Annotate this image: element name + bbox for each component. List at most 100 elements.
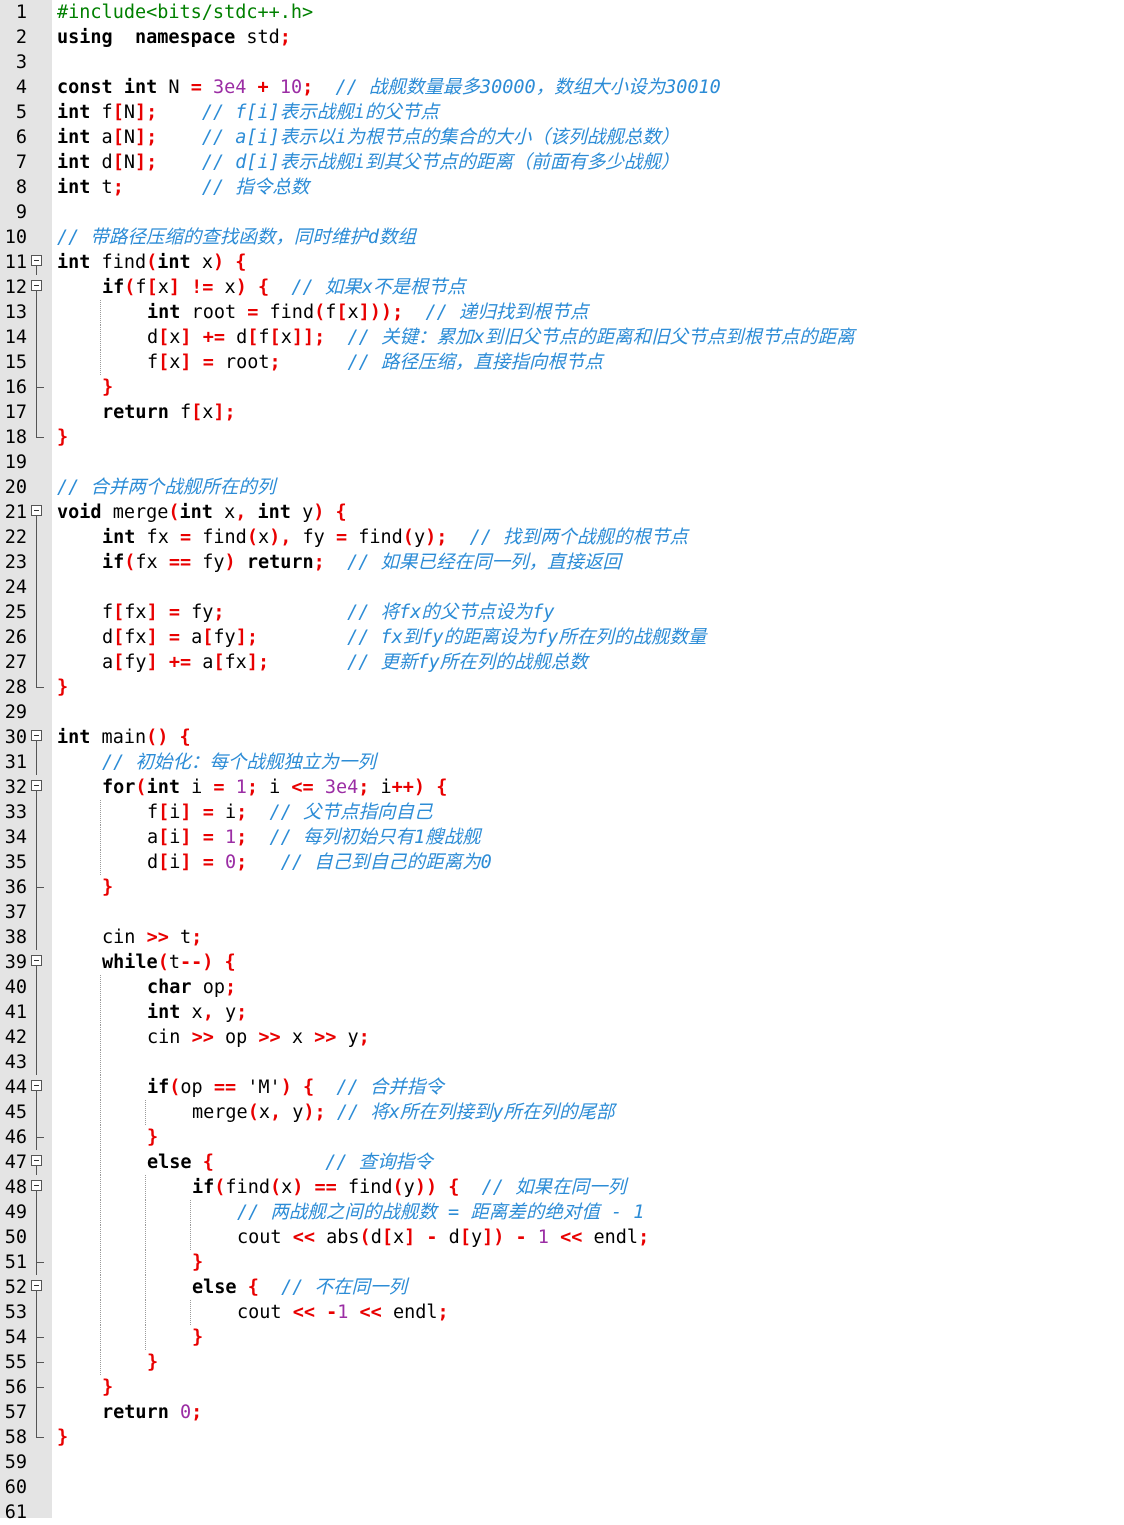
- code-token: fy: [124, 652, 147, 673]
- code-line[interactable]: 38 cin >> t;: [0, 925, 1124, 950]
- fold-toggle-icon[interactable]: [31, 1075, 45, 1100]
- fold-toggle-icon[interactable]: [31, 725, 45, 750]
- code-line[interactable]: 18}: [0, 425, 1124, 450]
- code-line[interactable]: 52 else { // 不在同一列: [0, 1275, 1124, 1300]
- code-line[interactable]: 9: [0, 200, 1124, 225]
- code-token: a: [191, 652, 214, 673]
- code-line[interactable]: 25 f[fx] = fy; // 将fx的父节点设为fy: [0, 600, 1124, 625]
- code-line[interactable]: 42 cin >> op >> x >> y;: [0, 1025, 1124, 1050]
- code-line[interactable]: 26 d[fx] = a[fy]; // fx到fy的距离设为fy所在列的战舰数量: [0, 625, 1124, 650]
- fold-guide-line: [31, 400, 45, 425]
- code-line[interactable]: 17 return f[x];: [0, 400, 1124, 425]
- code-token: [: [112, 102, 124, 123]
- code-line[interactable]: 19: [0, 450, 1124, 475]
- code-line[interactable]: 47 else { // 查询指令: [0, 1150, 1124, 1175]
- code-line[interactable]: 48 if(find(x) == find(y)) { // 如果在同一列: [0, 1175, 1124, 1200]
- code-line[interactable]: 44 if(op == 'M') { // 合并指令: [0, 1075, 1124, 1100]
- code-line[interactable]: 36}: [0, 875, 1124, 900]
- code-line[interactable]: 55}: [0, 1350, 1124, 1375]
- fold-toggle-icon[interactable]: [31, 1150, 45, 1175]
- code-line[interactable]: 32 for(int i = 1; i <= 3e4; i++) {: [0, 775, 1124, 800]
- fold-toggle-icon[interactable]: [31, 950, 45, 975]
- code-line[interactable]: 5 int f[N]; // f[i]表示战舰i的父节点: [0, 100, 1124, 125]
- code-token: ]: [146, 652, 158, 673]
- code-line[interactable]: 8 int t; // 指令总数: [0, 175, 1124, 200]
- code-line[interactable]: 15 f[x] = root; // 路径压缩，直接指向根节点: [0, 350, 1124, 375]
- code-token: N: [157, 77, 191, 98]
- code-line[interactable]: 12 if(f[x] != x) { // 如果x不是根节点: [0, 275, 1124, 300]
- code-token: ;: [358, 777, 370, 798]
- code-line[interactable]: 46}: [0, 1125, 1124, 1150]
- code-line[interactable]: 54}: [0, 1325, 1124, 1350]
- fold-guide-line: [31, 1125, 45, 1150]
- code-token: !=: [191, 277, 214, 298]
- code-token: main: [90, 727, 147, 748]
- code-line[interactable]: 53 cout << -1 << endl;: [0, 1300, 1124, 1325]
- code-line[interactable]: 4 const int N = 3e4 + 10; // 战舰数量最多30000，…: [0, 75, 1124, 100]
- code-line[interactable]: 2 using namespace std;: [0, 25, 1124, 50]
- fold-toggle-icon[interactable]: [31, 1175, 45, 1200]
- code-line[interactable]: 22 int fx = find(x), fy = find(y); // 找到两…: [0, 525, 1124, 550]
- code-line[interactable]: 58}: [0, 1425, 1124, 1450]
- line-number: 38: [4, 927, 27, 948]
- code-line[interactable]: 33 f[i] = i; // 父节点指向自己: [0, 800, 1124, 825]
- fold-guide-line: [31, 1325, 45, 1350]
- code-line[interactable]: 57 return 0;: [0, 1400, 1124, 1425]
- code-line[interactable]: 39 while(t--) {: [0, 950, 1124, 975]
- code-line[interactable]: 30 int main() {: [0, 725, 1124, 750]
- code-line[interactable]: 59: [0, 1450, 1124, 1475]
- code-line[interactable]: 51}: [0, 1250, 1124, 1275]
- code-token: >>: [314, 1027, 337, 1048]
- fold-toggle-icon[interactable]: [31, 1275, 45, 1300]
- line-number: 36: [4, 877, 27, 898]
- code-line[interactable]: 6 int a[N]; // a[i]表示以i为根节点的集合的大小（该列战舰总数）: [0, 125, 1124, 150]
- code-line[interactable]: 13 int root = find(f[x])); // 递归找到根节点: [0, 300, 1124, 325]
- code-line[interactable]: 34 a[i] = 1; // 每列初始只有1艘战舰: [0, 825, 1124, 850]
- code-line[interactable]: 21 void merge(int x, int y) {: [0, 500, 1124, 525]
- code-token: ;: [236, 827, 248, 848]
- code-line[interactable]: 56}: [0, 1375, 1124, 1400]
- code-line[interactable]: 11 int find(int x) {: [0, 250, 1124, 275]
- code-line[interactable]: 40 char op;: [0, 975, 1124, 1000]
- code-line[interactable]: 14 d[x] += d[f[x]]; // 关键：累加x到旧父节点的距离和旧父节…: [0, 325, 1124, 350]
- code-line[interactable]: 7 int d[N]; // d[i]表示战舰i到其父节点的距离（前面有多少战舰）: [0, 150, 1124, 175]
- code-token: find: [225, 1177, 270, 1198]
- code-line[interactable]: 41 int x, y;: [0, 1000, 1124, 1025]
- code-line[interactable]: 29: [0, 700, 1124, 725]
- fold-guide-line: [31, 825, 45, 850]
- indent-guide: [100, 1025, 101, 1050]
- code-line[interactable]: 23 if(fx == fy) return; // 如果已经在同一列，直接返回: [0, 550, 1124, 575]
- code-keyword: if: [102, 277, 125, 298]
- code-line[interactable]: 60: [0, 1475, 1124, 1500]
- code-line[interactable]: 24: [0, 575, 1124, 600]
- fold-toggle-icon[interactable]: [31, 775, 45, 800]
- fold-toggle-icon[interactable]: [31, 250, 45, 275]
- code-line[interactable]: 49 // 两战舰之间的战舰数 = 距离差的绝对值 - 1: [0, 1200, 1124, 1225]
- code-line[interactable]: 43: [0, 1050, 1124, 1075]
- code-line[interactable]: 16}: [0, 375, 1124, 400]
- indent-guide: [145, 1100, 146, 1125]
- code-line[interactable]: 1 #include<bits/stdc++.h>: [0, 0, 1124, 25]
- code-line[interactable]: 28}: [0, 675, 1124, 700]
- line-number: 49: [4, 1202, 27, 1223]
- code-editor[interactable]: 1 #include<bits/stdc++.h> 2 using namespace…: [0, 0, 1124, 1523]
- code-token: y: [470, 1227, 483, 1248]
- code-line[interactable]: 10 // 带路径压缩的查找函数，同时维护d数组: [0, 225, 1124, 250]
- code-line[interactable]: 37: [0, 900, 1124, 925]
- code-line[interactable]: 61: [0, 1500, 1124, 1525]
- code-line[interactable]: 27 a[fy] += a[fx]; // 更新fy所在列的战舰总数: [0, 650, 1124, 675]
- fold-toggle-icon[interactable]: [31, 500, 45, 525]
- code-keyword: int: [57, 177, 91, 198]
- code-line[interactable]: 31 // 初始化：每个战舰独立为一列: [0, 750, 1124, 775]
- fold-toggle-icon[interactable]: [31, 275, 45, 300]
- code-line[interactable]: 20 // 合并两个战舰所在的列: [0, 475, 1124, 500]
- code-token: x: [257, 527, 270, 548]
- code-token: {: [235, 252, 247, 273]
- code-line[interactable]: 3: [0, 50, 1124, 75]
- code-line[interactable]: 45 merge(x, y); // 将x所在列接到y所在列的尾部: [0, 1100, 1124, 1125]
- code-line[interactable]: 50 cout << abs(d[x] - d[y]) - 1 << endl;: [0, 1225, 1124, 1250]
- code-line[interactable]: 35 d[i] = 0; // 自己到自己的距离为0: [0, 850, 1124, 875]
